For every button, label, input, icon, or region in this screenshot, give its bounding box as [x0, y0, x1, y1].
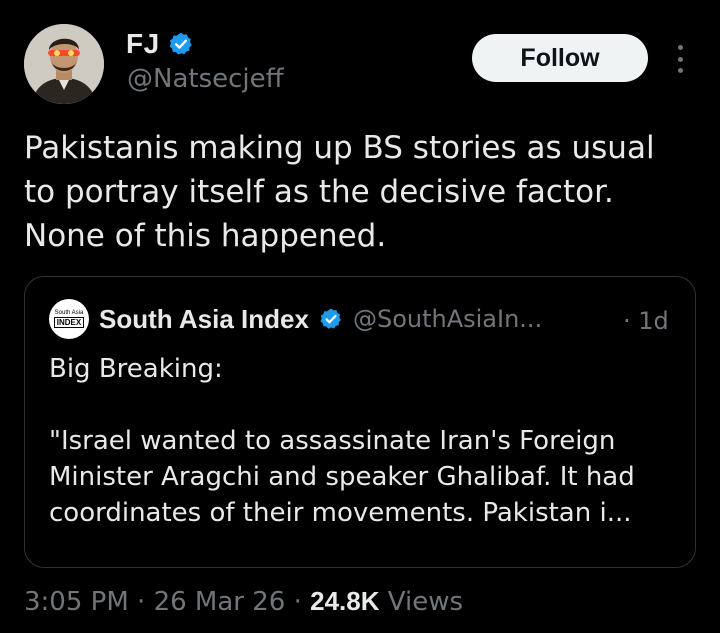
tweet-time: 3:05 PM	[24, 587, 129, 617]
tweet: FJ @Natsecjeff Follow Pakistanis making …	[0, 0, 720, 633]
quoted-author-avatar[interactable]: South Asia INDEX	[49, 299, 89, 339]
quoted-tweet-time: · 1d	[623, 307, 669, 335]
quoted-author-name: South Asia Index	[99, 303, 309, 334]
tweet-date: 26 Mar 26	[153, 587, 286, 617]
author-handle[interactable]: @Natsecjeff	[127, 64, 284, 94]
more-options-icon[interactable]	[670, 42, 690, 76]
verified-badge-icon	[169, 32, 192, 55]
views-count: 24.8K	[310, 586, 380, 616]
more-dot	[677, 68, 683, 73]
more-dot	[677, 56, 683, 62]
views-label: Views	[379, 587, 464, 617]
profile-photo-icon	[24, 24, 104, 104]
author-display-name[interactable]: FJ	[126, 28, 160, 60]
follow-button[interactable]: Follow	[472, 34, 648, 82]
quoted-author-handle: @SouthAsiaIn...	[352, 305, 543, 333]
author-avatar[interactable]	[24, 24, 104, 104]
quoted-avatar-logo-big: INDEX	[53, 317, 85, 328]
quoted-avatar-logo-small: South Asia	[54, 310, 84, 316]
quoted-tweet-card[interactable]: South Asia INDEX South Asia Index @South…	[24, 276, 696, 568]
quoted-verified-badge-icon	[320, 308, 341, 329]
quoted-tweet-header: South Asia INDEX South Asia Index @South…	[49, 299, 542, 339]
more-dot	[677, 45, 683, 50]
quoted-tweet-text: Big Breaking: "Israel wanted to assassin…	[49, 354, 635, 528]
author-name-row: FJ	[126, 26, 194, 62]
tweet-text: Pakistanis making up BS stories as usual…	[24, 130, 655, 254]
tweet-meta: 3:05 PM · 26 Mar 26 · 24.8K Views	[24, 586, 463, 617]
meta-separator: ·	[128, 587, 154, 617]
meta-separator: ·	[285, 587, 311, 617]
tweet-timestamp-link[interactable]: 3:05 PM · 26 Mar 26	[24, 587, 285, 617]
